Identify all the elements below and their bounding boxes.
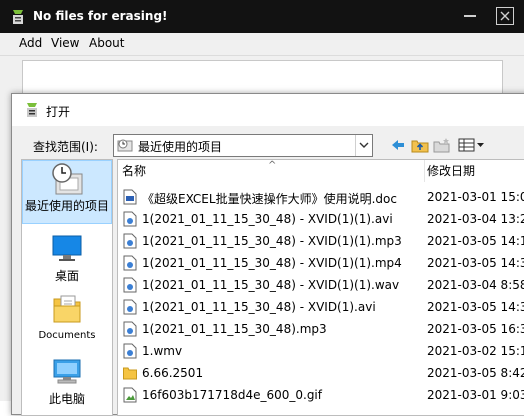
app-title: No files for erasing!: [33, 9, 168, 23]
file-date: 2021-03-02 15:14: [427, 344, 524, 358]
media-file-icon: [123, 277, 137, 293]
file-row[interactable]: 1(2021_01_11_15_30_48) - XVID(1)(1).avi …: [118, 208, 524, 230]
chevron-down-icon: [359, 142, 369, 148]
doc-file-icon: [123, 189, 137, 205]
place-this-pc[interactable]: 此电脑: [22, 350, 112, 412]
view-menu-icon[interactable]: [458, 136, 486, 154]
back-icon[interactable]: [389, 136, 407, 154]
file-date: 2021-03-05 14:36: [427, 256, 524, 270]
up-folder-icon[interactable]: [411, 136, 429, 154]
media-file-icon: [123, 233, 137, 249]
column-header-date[interactable]: 修改日期: [427, 160, 475, 182]
file-list[interactable]: ^ 名称 修改日期 《超级EXCEL批量快速操作大师》使用说明.doc 2021…: [117, 159, 524, 416]
file-name: 6.66.2501: [142, 366, 204, 380]
media-file-icon: [123, 343, 137, 359]
media-file-icon: [123, 211, 137, 227]
column-header-name[interactable]: 名称: [122, 160, 146, 182]
place-recent[interactable]: 最近使用的项目: [22, 160, 112, 224]
place-documents[interactable]: Documents: [22, 290, 112, 352]
places-bar: 最近使用的项目 桌面 Documents 此电脑: [21, 159, 113, 416]
file-row[interactable]: 1.wmv 2021-03-02 15:14: [118, 340, 524, 362]
file-name: 1.wmv: [142, 344, 183, 358]
minimize-button[interactable]: [464, 15, 476, 17]
look-in-dropdown[interactable]: 最近使用的项目: [113, 134, 373, 157]
folder-icon: [123, 367, 137, 380]
menu-add[interactable]: Add: [19, 36, 42, 50]
dialog-titlebar: 打开: [12, 94, 524, 126]
place-label: Documents: [38, 330, 96, 341]
app-logo-icon: [13, 10, 23, 24]
file-date: 2021-03-04 8:58: [427, 278, 524, 292]
computer-icon: [53, 359, 81, 384]
file-row[interactable]: 1(2021_01_11_15_30_48) - XVID(1)(1).mp3 …: [118, 230, 524, 252]
place-label: 最近使用的项目: [24, 199, 109, 213]
column-divider[interactable]: [424, 160, 425, 182]
file-row[interactable]: 1(2021_01_11_15_30_48) - XVID(1)(1).wav …: [118, 274, 524, 296]
file-row[interactable]: 1(2021_01_11_15_30_48) - XVID(1)(1).mp4 …: [118, 252, 524, 274]
media-file-icon: [123, 255, 137, 271]
place-label: 桌面: [54, 269, 79, 283]
app-menubar: Add View About: [0, 33, 524, 56]
menu-view[interactable]: View: [51, 36, 79, 50]
file-date: 2021-03-04 13:22: [427, 212, 524, 226]
file-name: 1(2021_01_11_15_30_48) - XVID(1)(1).mp4: [142, 256, 402, 270]
place-label: 此电脑: [48, 392, 85, 406]
file-date: 2021-03-05 14:13: [427, 234, 524, 248]
file-name: 《超级EXCEL批量快速操作大师》使用说明.doc: [142, 192, 397, 206]
file-date: 2021-03-01 15:03: [427, 190, 524, 204]
file-name: 1(2021_01_11_15_30_48) - XVID(1)(1).avi: [142, 212, 393, 226]
file-name: 1(2021_01_11_15_30_48) - XVID(1)(1).wav: [142, 278, 400, 292]
dialog-title: 打开: [46, 105, 71, 119]
sort-ascending-icon: ^: [268, 160, 277, 171]
dropdown-button[interactable]: [355, 135, 372, 156]
file-name: 1(2021_01_11_15_30_48) - XVID(1)(1).mp3: [142, 234, 402, 248]
file-row[interactable]: 16f603b171718d4e_600_0.gif 2021-03-01 9:…: [118, 384, 524, 406]
file-row[interactable]: 1(2021_01_11_15_30_48) - XVID(1).avi 202…: [118, 296, 524, 318]
recent-icon: [52, 163, 83, 195]
look-in-value: 最近使用的项目: [138, 140, 223, 154]
menu-about[interactable]: About: [89, 36, 124, 50]
file-date: 2021-03-01 9:03: [427, 388, 524, 402]
open-file-dialog: 打开 查找范围(I): 最近使用的项目 最近使用的项目 桌面 Documents…: [11, 93, 524, 416]
desktop-icon: [52, 235, 82, 261]
file-name: 1(2021_01_11_15_30_48) - XVID(1).avi: [142, 300, 376, 314]
app-titlebar: No files for erasing!: [0, 0, 524, 33]
media-file-icon: [123, 299, 137, 315]
file-row[interactable]: 6.66.2501 2021-03-05 8:42: [118, 362, 524, 384]
file-name: 16f603b171718d4e_600_0.gif: [142, 388, 322, 402]
place-desktop[interactable]: 桌面: [22, 230, 112, 292]
file-date: 2021-03-05 8:42: [427, 366, 524, 380]
documents-icon: [53, 295, 81, 323]
new-folder-icon[interactable]: [433, 136, 451, 154]
close-window-button[interactable]: [496, 7, 514, 25]
recent-icon: [117, 139, 133, 152]
file-row[interactable]: 《超级EXCEL批量快速操作大师》使用说明.doc 2021-03-01 15:…: [118, 186, 524, 208]
file-date: 2021-03-05 16:31: [427, 322, 524, 336]
look-in-label: 查找范围(I):: [33, 140, 98, 154]
file-row[interactable]: 1(2021_01_11_15_30_48).mp3 2021-03-05 16…: [118, 318, 524, 340]
dialog-app-icon: [27, 103, 37, 117]
file-date: 2021-03-05 14:36: [427, 300, 524, 314]
file-name: 1(2021_01_11_15_30_48).mp3: [142, 322, 327, 336]
media-file-icon: [123, 321, 137, 337]
